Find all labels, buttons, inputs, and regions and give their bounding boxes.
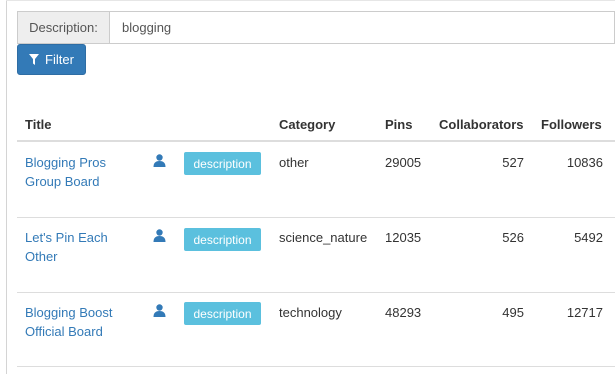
description-label: Description:: [17, 11, 110, 44]
board-title-line: Blogging Pros: [25, 155, 106, 170]
category-cell: other: [279, 155, 309, 170]
board-title-line: Let's Pin Each: [25, 230, 108, 245]
filter-button-label: Filter: [45, 52, 74, 67]
filter-button[interactable]: Filter: [17, 44, 86, 75]
description-search-group: Description:: [17, 11, 615, 44]
description-search-input[interactable]: [110, 11, 615, 44]
collaborators-cell: 527: [502, 155, 524, 170]
row-divider: [17, 366, 615, 367]
board-title-line: Other: [25, 249, 58, 264]
category-cell: science_nature: [279, 230, 368, 245]
column-header-pins: Pins: [385, 117, 413, 132]
column-header-collaborators: Collaborators: [439, 117, 524, 132]
description-button[interactable]: description: [184, 228, 261, 251]
user-icon[interactable]: [153, 229, 166, 242]
pins-cell: 48293: [385, 305, 422, 320]
funnel-icon: [29, 54, 40, 65]
panel-top-border: [6, 0, 615, 1]
pins-cell: 29005: [385, 155, 422, 170]
collaborators-cell: 495: [502, 305, 524, 320]
user-icon[interactable]: [153, 304, 166, 317]
description-button[interactable]: description: [184, 302, 261, 325]
column-header-followers: Followers: [541, 117, 602, 132]
table-header-divider: [17, 140, 615, 142]
user-icon[interactable]: [153, 154, 166, 167]
board-title-link[interactable]: Blogging Pros Group Board: [25, 153, 135, 191]
board-title-line: Group Board: [25, 174, 100, 189]
panel-left-border: [6, 0, 7, 374]
board-title-line: Blogging Boost: [25, 305, 113, 320]
board-title-line: Official Board: [25, 324, 103, 339]
followers-cell: 5492: [574, 230, 603, 245]
pins-cell: 12035: [385, 230, 422, 245]
followers-cell: 12717: [566, 305, 603, 320]
board-title-link[interactable]: Blogging Boost Official Board: [25, 303, 135, 341]
followers-cell: 10836: [566, 155, 603, 170]
column-header-category: Category: [279, 117, 336, 132]
column-header-title: Title: [25, 117, 52, 132]
collaborators-cell: 526: [502, 230, 524, 245]
row-divider: [17, 292, 615, 293]
row-divider: [17, 217, 615, 218]
description-button[interactable]: description: [184, 152, 261, 175]
category-cell: technology: [279, 305, 342, 320]
board-title-link[interactable]: Let's Pin Each Other: [25, 228, 135, 266]
